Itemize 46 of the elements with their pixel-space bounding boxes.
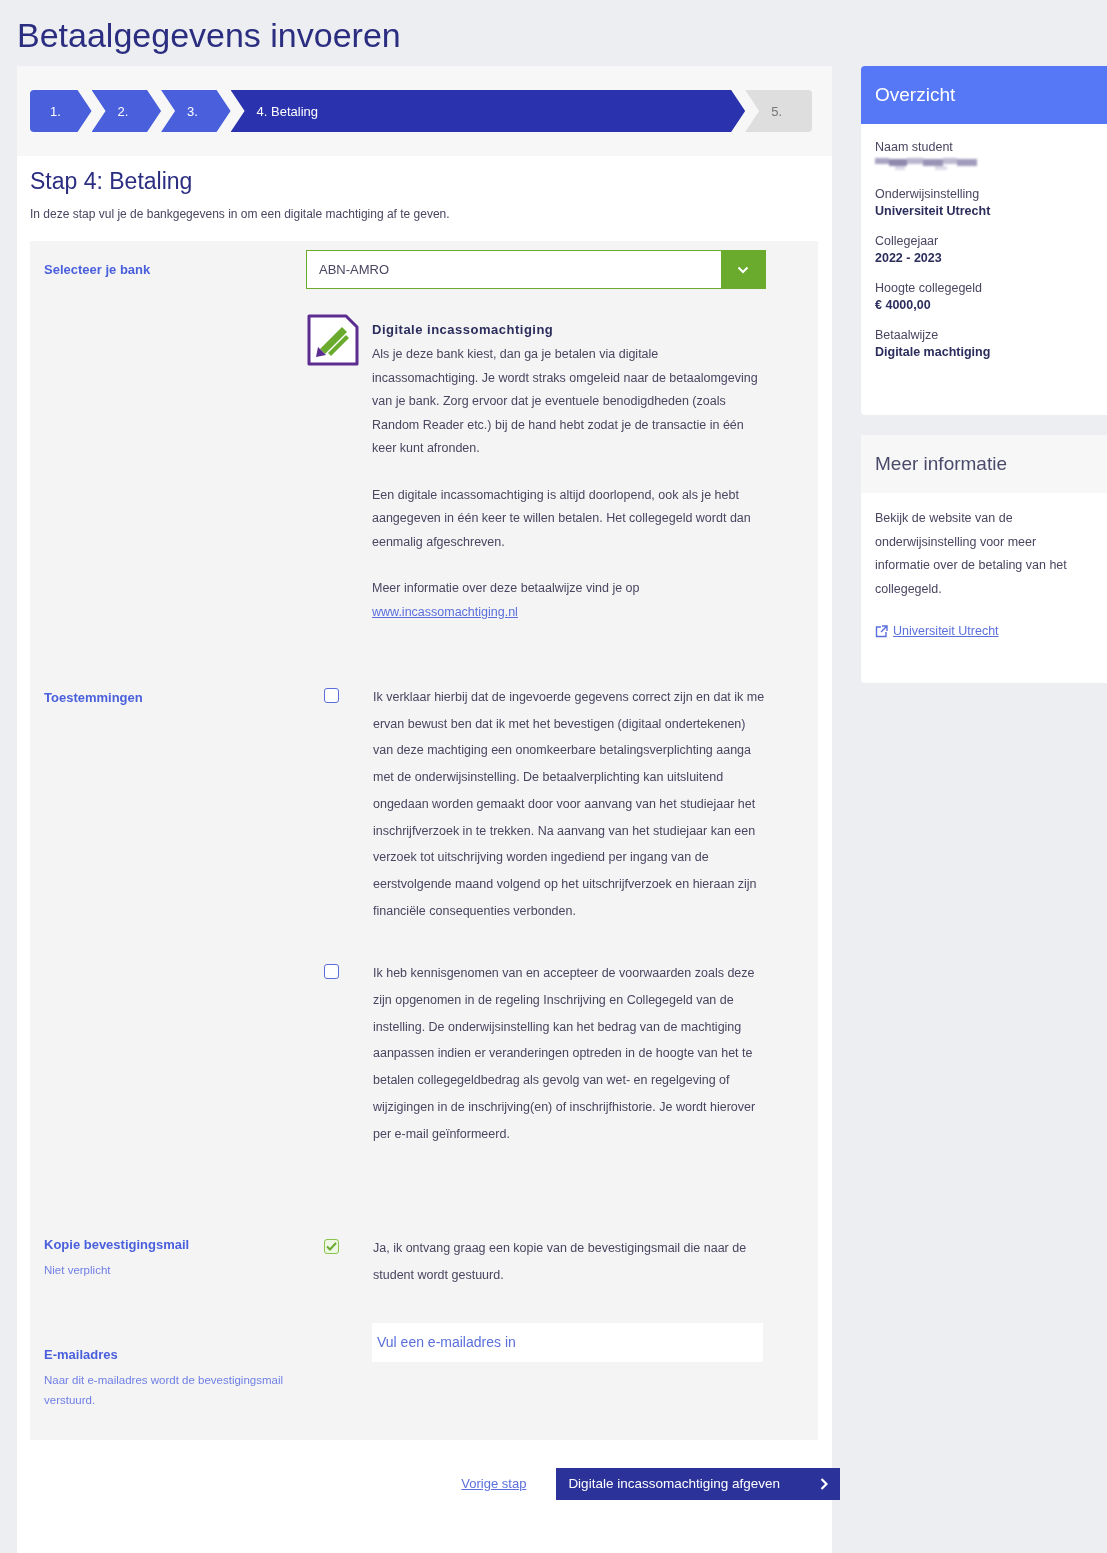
pencil-document-icon [306,313,360,367]
step-heading: Stap 4: Betaling [30,168,194,195]
method-paragraph: Als je deze bank kiest, dan ga je betalen via digitale incassomachtiging. Je wordt straks omgeleid naar de betaalomgeving van je bank. Zorg ervoor dat je eventuele benodigdheden (zoals Random Reader etc.) bij de hand hebt zodat je de transactie in één keer kunt afronden. [372,346,759,457]
checkbox[interactable] [324,964,339,980]
consent-text: Ik heb kennisgenomen van en accepteer de voorwaarden zoals deze zijn opgenomen in de regeling Inschrijving en Collegegeld van de instelling. De onderwijsinstelling kan het bedrag van de machtiging aanpassen indien er veranderingen optreden in de hoogte van het te betalen collegegeldbedrag als gevolg van wet- en regelgeving of wijzigingen in de inschrijving(en) of inschrijfhistorie. Je wordt hierover per e-mail geïnformeerd. [373,965,757,1143]
overview-value: 2022 - 2023 [875,251,943,265]
step-tab[interactable]: 1. [30,90,92,132]
chevron-right-icon [820,1477,828,1490]
step-tab[interactable]: 5. [745,90,812,132]
submit-button[interactable]: Digitale incassomachtiging afgeven [556,1467,840,1500]
page-title: Betaalgegevens invoeren [17,15,402,56]
step-tab[interactable]: 3. [161,90,231,132]
field-hint: Naar dit e-mailadres wordt de bevestigingsmail verstuurd. [44,1372,285,1408]
overview-title: Overzicht [861,66,1107,124]
external-link-icon [875,625,888,638]
overview-value: Digitale machtiging [875,345,992,359]
step-intro: In deze stap vul je de bankgegevens in om een digitale machtiging af te geven. [30,207,451,221]
step-tab[interactable]: 4. Betaling [230,90,746,132]
email-field[interactable]: Vul een e-mailadres in [372,1322,763,1362]
incasso-link[interactable]: www.incassomachtiging.nl [372,600,518,624]
more-info-title: Meer informatie [861,435,1107,493]
checkbox[interactable] [324,688,339,703]
field-hint: Niet verplicht [44,1263,112,1279]
overview-label: Hoogte collegegeld [875,281,984,295]
overview-label: Collegejaar [875,234,940,248]
overview-label: Onderwijsinstelling [875,187,981,201]
method-paragraph: Een digitale incassomachtiging is altijd doorlopend, ook als je hebt aangegeven in één keer te willen betalen. Het collegegeld wordt dan eenmalig afgeschreven. [372,486,752,551]
field-label: E-mailadres [44,1345,119,1362]
method-title: Digitale incassomachtiging [372,321,555,339]
back-link[interactable]: Vorige stap [461,1476,527,1492]
copy-mail-text: Ja, ik ontvang graag een kopie van de bevestigingsmail die naar de student wordt gestuurd. [373,1240,748,1284]
institution-link[interactable]: Universiteit Utrecht [875,619,999,644]
overview-label: Betaalwijze [875,328,940,342]
chevron-down-icon [737,265,749,274]
step-tab[interactable]: 2. [91,90,162,132]
bank-select[interactable]: ABN-AMRO [306,250,766,289]
more-info-text: Bekijk de website van de onderwijsinstelling voor meer informatie over de betaling van het collegegeld. [875,510,1068,598]
field-label: Toestemmingen [44,689,144,705]
overview-value: Universiteit Utrecht [875,204,992,218]
field-label: Selecteer je bank [44,261,152,277]
checkbox[interactable] [324,1239,339,1255]
field-label: Kopie bevestigingsmail [44,1236,191,1253]
overview-value: € 4000,00 [875,298,932,312]
more-info-text: Meer informatie over deze betaalwijze vind je op [372,580,641,597]
overview-label: Naam student [875,140,954,154]
consent-text: Ik verklaar hierbij dat de ingevoerde gegevens correct zijn en dat ik me ervan bewust ben dat ik met het bevestigen (digitaal ondertekenen) van deze machtiging een onomkeerbare betalingsverplichting aanga met de onderwijsinstelling. De betaalverplichting kan uitsluitend ongedaan worden gemaakt door voor aanvang van het studiejaar het inschrijfverzoek in te trekken. Na aanvang van het studiejaar kan een verzoek tot uitschrijving worden ingediend per ingang van de eerstvolgende maand volgend op het uitschrijfverzoek en hieraan zijn financiële consequenties verbonden. [373,689,766,920]
